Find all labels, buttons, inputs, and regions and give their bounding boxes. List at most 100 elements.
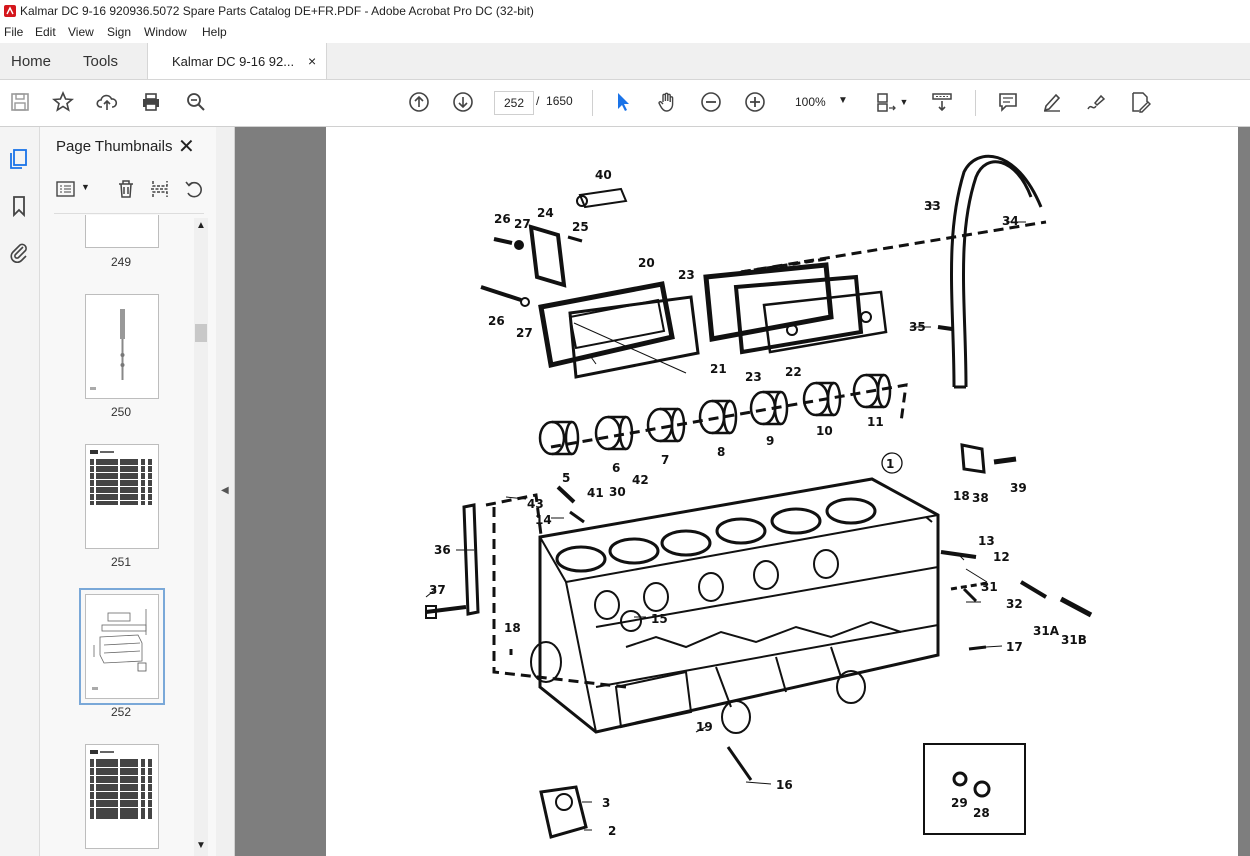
callout-31: 31 bbox=[981, 580, 998, 594]
callout-41: 41 bbox=[587, 486, 604, 500]
close-tab-icon[interactable]: × bbox=[308, 53, 316, 69]
menu-sign[interactable]: Sign bbox=[107, 25, 131, 39]
page-number-input[interactable]: 252 bbox=[494, 91, 534, 115]
menu-view[interactable]: View bbox=[68, 25, 94, 39]
toolbar-divider bbox=[592, 90, 593, 116]
menu-window[interactable]: Window bbox=[144, 25, 187, 39]
callout-40: 40 bbox=[595, 168, 612, 182]
part-tube bbox=[576, 187, 628, 209]
callout-18b: 18 bbox=[504, 621, 521, 635]
scroll-down-icon[interactable]: ▼ bbox=[196, 840, 206, 851]
tab-document[interactable]: Kalmar DC 9-16 92... × bbox=[147, 43, 327, 79]
thumbnail-page[interactable] bbox=[85, 444, 159, 549]
thumbnail-page[interactable] bbox=[85, 215, 159, 248]
sign-pen-icon[interactable] bbox=[1084, 90, 1108, 114]
hand-tool-icon[interactable] bbox=[655, 90, 679, 114]
callout-12: 12 bbox=[993, 550, 1010, 564]
thumbnail-tools: ▼ bbox=[54, 177, 204, 203]
menu-file[interactable]: File bbox=[4, 25, 23, 39]
zoom-in-icon[interactable] bbox=[743, 90, 767, 114]
page-thumbnails-icon[interactable] bbox=[7, 147, 31, 171]
title-bar: Kalmar DC 9-16 920936.5072 Spare Parts C… bbox=[0, 0, 1250, 23]
close-icon[interactable]: ✕ bbox=[178, 134, 195, 159]
callout-28: 28 bbox=[973, 806, 990, 820]
part-gasket bbox=[538, 281, 675, 369]
menu-help[interactable]: Help bbox=[202, 25, 227, 39]
thumbnail-preview bbox=[90, 309, 125, 390]
scroll-mode-icon[interactable] bbox=[930, 90, 954, 114]
comment-icon[interactable] bbox=[996, 90, 1020, 114]
callout-29: 29 bbox=[951, 796, 968, 810]
callout-1: 1 bbox=[886, 457, 894, 471]
thumbnail-label: 252 bbox=[110, 705, 132, 719]
collapse-arrow-icon[interactable]: ◀ bbox=[221, 485, 229, 496]
toolbar: 252 / 1650 100% ▼ ▼ bbox=[0, 80, 1250, 127]
callout-23b: 23 bbox=[745, 370, 762, 384]
thumbnail-preview bbox=[92, 609, 147, 690]
scrollbar-thumb[interactable] bbox=[195, 324, 207, 342]
toolbar-divider bbox=[975, 90, 976, 116]
highlight-pen-icon[interactable] bbox=[1040, 90, 1064, 114]
select-cursor-icon[interactable] bbox=[611, 90, 635, 114]
thumbnail-page-selected[interactable] bbox=[79, 588, 165, 705]
insert-pages-icon[interactable] bbox=[150, 179, 170, 199]
thumbnails-panel: Page Thumbnails ✕ ▼ 249 250 251 252 bbox=[40, 127, 216, 856]
bookmark-star-icon[interactable] bbox=[51, 90, 75, 114]
scroll-up-icon[interactable]: ▲ bbox=[196, 220, 206, 231]
callout-38: 38 bbox=[972, 491, 989, 505]
callout-22: 22 bbox=[785, 365, 802, 379]
attachments-icon[interactable] bbox=[7, 240, 31, 264]
rotate-icon[interactable] bbox=[184, 179, 204, 199]
page-total: 1650 bbox=[546, 94, 573, 108]
callout-3: 3 bbox=[602, 796, 610, 810]
delete-trash-icon[interactable] bbox=[116, 179, 136, 199]
zoom-level-select[interactable]: 100% ▼ bbox=[788, 91, 856, 113]
thumbnail-page[interactable] bbox=[85, 744, 159, 849]
callout-16: 16 bbox=[776, 778, 793, 792]
menu-edit[interactable]: Edit bbox=[35, 25, 56, 39]
thumbnail-list: 249 250 251 252 bbox=[40, 215, 196, 856]
callout-2: 2 bbox=[608, 824, 616, 838]
callout-36: 36 bbox=[434, 543, 451, 557]
callout-6: 6 bbox=[612, 461, 620, 475]
chevron-down-icon[interactable]: ▼ bbox=[81, 182, 90, 192]
callout-26: 26 bbox=[494, 212, 511, 226]
callout-17: 17 bbox=[1006, 640, 1023, 654]
callout-32: 32 bbox=[1006, 597, 1023, 611]
callout-24: 24 bbox=[537, 206, 554, 220]
panel-collapse-strip[interactable]: ◀ bbox=[216, 127, 235, 856]
bookmarks-icon[interactable] bbox=[7, 194, 31, 218]
exploded-parts-drawing: 40 26 27 24 25 33 34 20 23 26 27 21 23 2… bbox=[425, 154, 1093, 839]
callout-5: 5 bbox=[562, 471, 570, 485]
document-tab-label: Kalmar DC 9-16 92... bbox=[172, 54, 295, 69]
left-rail bbox=[0, 127, 40, 856]
tab-tools[interactable]: Tools bbox=[83, 53, 118, 70]
callout-9: 9 bbox=[766, 434, 774, 448]
upload-cloud-icon[interactable] bbox=[95, 90, 119, 114]
page-fit-icon[interactable] bbox=[874, 90, 898, 114]
print-icon[interactable] bbox=[139, 90, 163, 114]
chevron-down-icon: ▼ bbox=[838, 95, 848, 106]
callout-8: 8 bbox=[717, 445, 725, 459]
callout-19: 19 bbox=[696, 720, 713, 734]
zoom-out-icon[interactable] bbox=[699, 90, 723, 114]
callout-27b: 27 bbox=[516, 326, 533, 340]
callout-11: 11 bbox=[867, 415, 884, 429]
zoom-search-icon[interactable] bbox=[184, 90, 208, 114]
callout-43: 43 bbox=[527, 497, 544, 511]
zoom-level-value: 100% bbox=[795, 95, 826, 109]
callout-14: 14 bbox=[535, 513, 552, 527]
callout-10: 10 bbox=[816, 424, 833, 438]
chevron-down-icon[interactable]: ▼ bbox=[898, 90, 910, 114]
options-menu-icon[interactable] bbox=[56, 180, 76, 198]
save-icon[interactable] bbox=[8, 90, 32, 114]
next-page-icon[interactable] bbox=[451, 90, 475, 114]
tab-home[interactable]: Home bbox=[11, 53, 51, 70]
thumbnail-scrollbar[interactable]: ▲ ▼ bbox=[194, 218, 208, 856]
edit-pdf-icon[interactable] bbox=[1128, 90, 1152, 114]
callout-31b: 31B bbox=[1061, 633, 1087, 647]
thumbnail-page[interactable] bbox=[85, 294, 159, 399]
callout-21: 21 bbox=[710, 362, 727, 376]
previous-page-icon[interactable] bbox=[407, 90, 431, 114]
callout-39: 39 bbox=[1010, 481, 1027, 495]
